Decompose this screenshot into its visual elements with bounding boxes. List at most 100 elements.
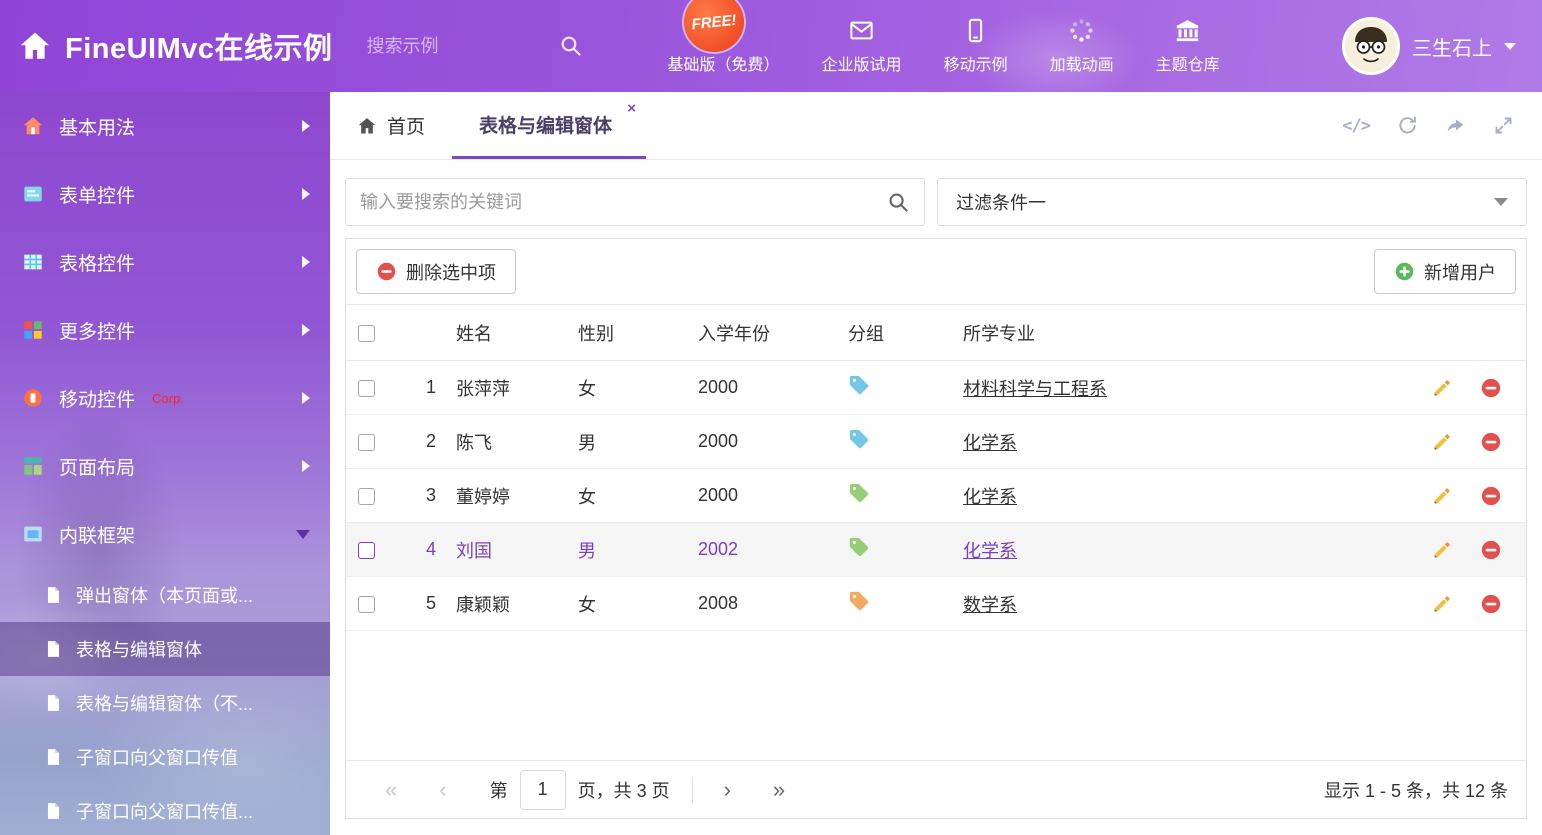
keyword-search-input[interactable] xyxy=(360,192,887,213)
delete-selected-button[interactable]: 删除选中项 xyxy=(356,249,516,294)
keyword-search-box xyxy=(345,178,925,226)
major-link[interactable]: 化学系 xyxy=(963,487,1017,507)
next-page-button[interactable]: › xyxy=(703,779,752,801)
search-icon[interactable] xyxy=(559,34,583,58)
edit-icon[interactable] xyxy=(1431,377,1453,399)
major-link[interactable]: 化学系 xyxy=(963,541,1017,561)
table-row[interactable]: 2 陈飞 男 2000 化学系 xyxy=(346,415,1526,469)
row-checkbox[interactable] xyxy=(358,596,375,613)
source-code-icon[interactable]: </> xyxy=(1342,116,1370,136)
page-prefix-label: 第 xyxy=(490,777,508,803)
refresh-icon[interactable] xyxy=(1397,115,1418,136)
last-page-button[interactable]: » xyxy=(752,779,806,801)
sidebar-item-basic-usage[interactable]: 基本用法 xyxy=(0,92,330,160)
brand[interactable]: FineUIMvc在线示例 xyxy=(0,25,333,67)
sidebar-subitem-child-to-parent[interactable]: 子窗口向父窗口传值 xyxy=(0,730,330,784)
row-checkbox[interactable] xyxy=(358,542,375,559)
chevron-right-icon xyxy=(302,460,310,472)
home-logo-icon xyxy=(18,29,52,63)
search-icon[interactable] xyxy=(887,191,910,214)
divider xyxy=(692,777,693,803)
add-user-button[interactable]: 新增用户 xyxy=(1374,249,1516,294)
sidebar-subitem-popup-window[interactable]: 弹出窗体（本页面或... xyxy=(0,568,330,622)
edit-icon[interactable] xyxy=(1431,485,1453,507)
col-name[interactable]: 姓名 xyxy=(450,305,572,361)
header-search xyxy=(367,34,583,58)
chevron-down-icon xyxy=(1494,198,1508,206)
tab-home[interactable]: 首页 xyxy=(330,92,452,159)
col-group[interactable]: 分组 xyxy=(842,305,957,361)
tag-icon xyxy=(848,536,870,558)
sidebar-item-more-controls[interactable]: 更多控件 xyxy=(0,296,330,364)
sidebar-item-form-controls[interactable]: 表单控件 xyxy=(0,160,330,228)
nav-item-mobile-demo[interactable]: 移动示例 xyxy=(923,17,1029,75)
nav-item-theme-repo[interactable]: 主题仓库 xyxy=(1135,17,1241,75)
user-menu[interactable]: 三生石上 xyxy=(1342,17,1542,75)
delete-icon[interactable] xyxy=(1480,539,1502,561)
cell-gender: 男 xyxy=(572,415,692,469)
col-year[interactable]: 入学年份 xyxy=(692,305,842,361)
share-icon[interactable] xyxy=(1445,115,1466,136)
edit-icon[interactable] xyxy=(1431,431,1453,453)
tab-grid-edit-window[interactable]: 表格与编辑窗体 × xyxy=(452,92,646,159)
frame-icon xyxy=(22,523,44,545)
major-link[interactable]: 化学系 xyxy=(963,433,1017,453)
sidebar-item-label: 内联框架 xyxy=(59,521,135,548)
delete-icon[interactable] xyxy=(1480,485,1502,507)
chevron-right-icon xyxy=(302,392,310,404)
chevron-right-icon xyxy=(302,324,310,336)
row-checkbox[interactable] xyxy=(358,488,375,505)
close-icon[interactable]: × xyxy=(627,101,636,116)
sidebar-item-grid-controls[interactable]: 表格控件 xyxy=(0,228,330,296)
sidebar-item-iframe[interactable]: 内联框架 xyxy=(0,500,330,568)
nav-item-enterprise-trial[interactable]: 企业版试用 xyxy=(801,17,923,75)
table-row[interactable]: 5 康颖颖 女 2008 数学系 xyxy=(346,577,1526,631)
edit-icon[interactable] xyxy=(1431,539,1453,561)
row-checkbox[interactable] xyxy=(358,434,375,451)
delete-icon[interactable] xyxy=(1480,431,1502,453)
home-icon xyxy=(357,116,377,136)
cell-gender: 男 xyxy=(572,523,692,577)
cell-year: 2000 xyxy=(692,415,842,469)
major-link[interactable]: 数学系 xyxy=(963,595,1017,615)
table-row[interactable]: 1 张萍萍 女 2000 材料科学与工程系 xyxy=(346,361,1526,415)
fullscreen-icon[interactable] xyxy=(1493,115,1514,136)
cell-name: 张萍萍 xyxy=(450,361,572,415)
filter-dropdown[interactable]: 过滤条件一 xyxy=(937,178,1527,226)
col-gender[interactable]: 性别 xyxy=(572,305,692,361)
sidebar-subitem-grid-edit-window[interactable]: 表格与编辑窗体 xyxy=(0,622,330,676)
sidebar-item-mobile-controls[interactable]: 移动控件 Corp. xyxy=(0,364,330,432)
sidebar-subitem-label: 表格与编辑窗体 xyxy=(76,636,202,662)
tag-icon xyxy=(848,428,870,450)
mobile-icon xyxy=(22,387,44,409)
delete-icon[interactable] xyxy=(1480,593,1502,615)
sidebar-subitem-child-to-parent-2[interactable]: 子窗口向父窗口传值... xyxy=(0,784,330,835)
major-link[interactable]: 材料科学与工程系 xyxy=(963,379,1107,399)
header-search-input[interactable] xyxy=(367,36,517,57)
delete-icon[interactable] xyxy=(1480,377,1502,399)
sidebar-item-label: 基本用法 xyxy=(59,113,135,140)
row-checkbox[interactable] xyxy=(358,380,375,397)
cell-gender: 女 xyxy=(572,361,692,415)
envelope-icon xyxy=(848,17,875,44)
prev-page-button[interactable]: ‹ xyxy=(418,779,467,801)
page-number-input[interactable] xyxy=(520,770,566,810)
col-actions xyxy=(1406,305,1526,361)
file-icon xyxy=(44,746,63,768)
table-row-selected[interactable]: 4 刘国 男 2002 化学系 xyxy=(346,523,1526,577)
col-major[interactable]: 所学专业 xyxy=(957,305,1406,361)
row-number: 2 xyxy=(398,415,450,469)
tab-bar: 首页 表格与编辑窗体 × </> xyxy=(330,92,1542,160)
edit-icon[interactable] xyxy=(1431,593,1453,615)
nav-item-loading-animation[interactable]: 加载动画 xyxy=(1029,17,1135,75)
sidebar-item-page-layout[interactable]: 页面布局 xyxy=(0,432,330,500)
select-all-checkbox[interactable] xyxy=(358,325,375,342)
sidebar-item-label: 表格控件 xyxy=(59,249,135,276)
row-number: 5 xyxy=(398,577,450,631)
sidebar-subitem-grid-edit-window-2[interactable]: 表格与编辑窗体（不... xyxy=(0,676,330,730)
table-row[interactable]: 3 董婷婷 女 2000 化学系 xyxy=(346,469,1526,523)
user-table: 姓名 性别 入学年份 分组 所学专业 1 张萍萍 xyxy=(346,304,1526,631)
table-header-row: 姓名 性别 入学年份 分组 所学专业 xyxy=(346,305,1526,361)
first-page-button[interactable]: « xyxy=(364,779,418,801)
content-area: 过滤条件一 删除选中项 新增用户 xyxy=(330,160,1542,835)
